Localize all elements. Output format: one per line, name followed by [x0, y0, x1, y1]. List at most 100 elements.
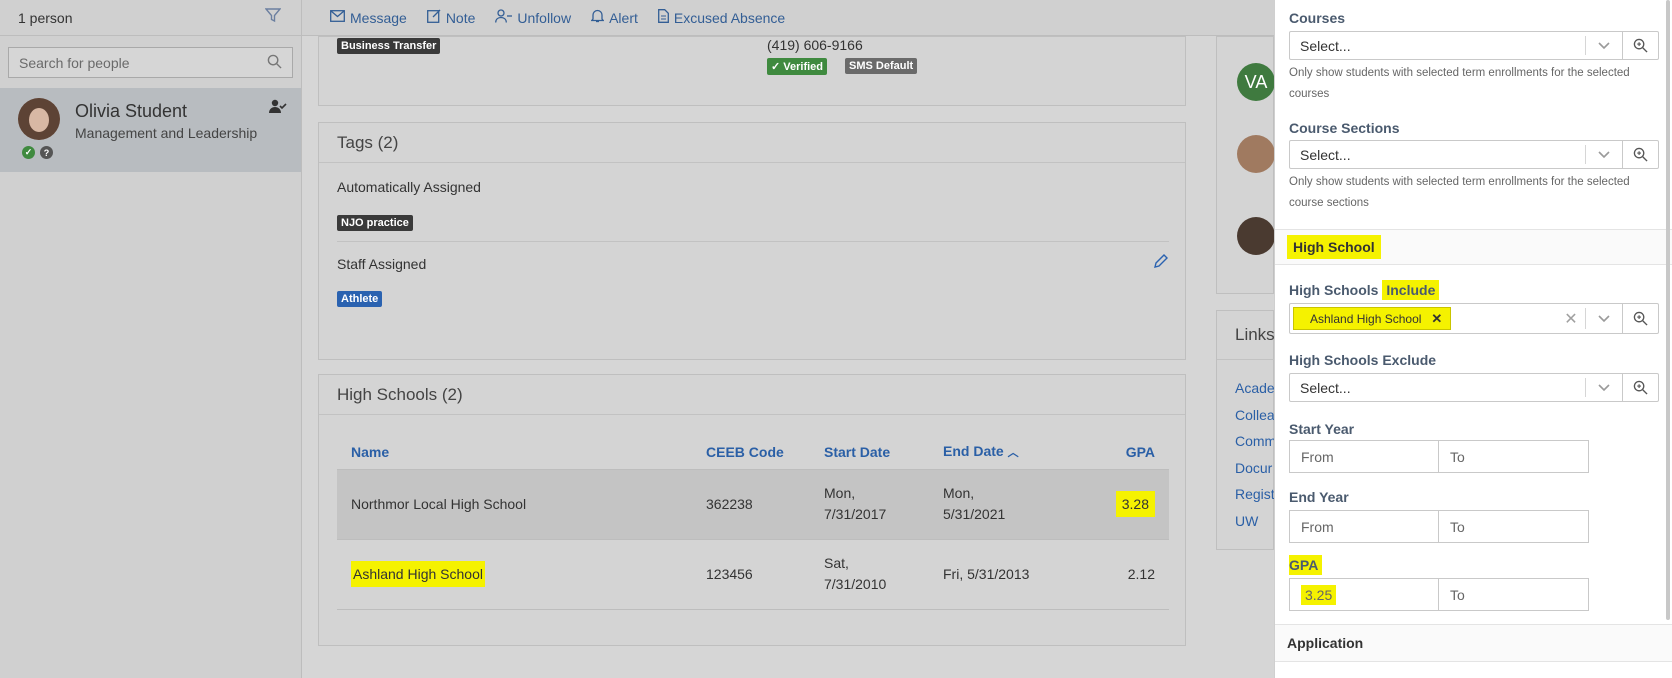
auto-assigned-label: Automatically Assigned — [337, 179, 481, 195]
high-school-section-header[interactable]: High School — [1275, 229, 1672, 265]
message-button[interactable]: Message — [330, 10, 407, 26]
col-start-date[interactable]: Start Date — [810, 435, 929, 470]
end-year-filter: End Year From To — [1289, 489, 1659, 543]
note-label: Note — [445, 9, 476, 26]
chevron-down-icon[interactable] — [1586, 374, 1622, 401]
verified-badge: ✓ Verified — [767, 58, 828, 75]
person-count: 1 person — [18, 9, 73, 26]
people-list-header: 1 person — [0, 0, 301, 36]
exclude-select-value: Select... — [1300, 379, 1351, 396]
njo-practice-tag: NJO practice — [337, 215, 413, 231]
end-year-from-input[interactable]: From — [1289, 510, 1439, 543]
end-year-label: End Year — [1289, 489, 1349, 505]
cell-end: Fri, 5/31/2013 — [929, 539, 1099, 610]
courses-select-value: Select... — [1300, 37, 1351, 54]
start-year-from-input[interactable]: From — [1289, 440, 1439, 473]
question-icon: ? — [40, 146, 53, 159]
link-item[interactable]: Acade — [1235, 375, 1276, 402]
search-people-input[interactable]: Search for people — [8, 47, 293, 78]
search-icon[interactable] — [267, 54, 282, 72]
chip-remove-icon[interactable]: ✕ — [1431, 311, 1442, 327]
courses-help: Only show students with selected term en… — [1289, 67, 1630, 100]
col-ceeb[interactable]: CEEB Code — [692, 435, 810, 470]
gpa-label: GPA — [1289, 555, 1659, 575]
high-schools-include-label: High Schools Include — [1289, 280, 1659, 300]
unfollow-button[interactable]: Unfollow — [495, 9, 571, 26]
athlete-tag: Athlete — [337, 291, 383, 307]
zoom-search-icon[interactable] — [1622, 141, 1658, 168]
links-card: Links Acade Collea Comm Docur Regist UW — [1216, 310, 1276, 550]
course-sections-select[interactable]: Select... — [1289, 140, 1659, 169]
tags-title: Tags (2) — [319, 123, 1185, 163]
filter-panel: Courses Select... Only show students wit… — [1274, 0, 1672, 678]
col-gpa[interactable]: GPA — [1099, 435, 1169, 470]
note-icon — [426, 9, 441, 26]
chevron-down-icon[interactable] — [1586, 141, 1622, 168]
high-schools-include-filter: High Schools Include Ashland High School… — [1289, 280, 1659, 334]
zoom-search-icon[interactable] — [1622, 304, 1658, 333]
high-schools-exclude-select[interactable]: Select... — [1289, 373, 1659, 402]
table-row[interactable]: Northmor Local High School 362238 Mon, 7… — [337, 469, 1169, 540]
excused-absence-button[interactable]: Excused Absence — [657, 9, 785, 26]
chevron-down-icon[interactable] — [1586, 32, 1622, 59]
course-sections-select-value: Select... — [1300, 146, 1351, 163]
zoom-search-icon[interactable] — [1622, 374, 1658, 401]
high-schools-title: High Schools (2) — [319, 375, 1185, 415]
cell-gpa: 3.28 — [1099, 469, 1169, 540]
cell-start: Mon, 7/31/2017 — [810, 469, 929, 540]
check-icon: ✓ — [22, 146, 35, 159]
link-item[interactable]: UW — [1235, 508, 1276, 535]
clear-icon[interactable]: ✕ — [1557, 304, 1585, 333]
high-schools-exclude-filter: High Schools Exclude Select... — [1289, 352, 1659, 402]
staff-assigned-label: Staff Assigned — [337, 256, 427, 272]
gpa-to-input[interactable]: To — [1439, 578, 1589, 611]
search-placeholder: Search for people — [19, 54, 130, 71]
person-program: Management and Leadership — [75, 125, 258, 141]
link-item[interactable]: Comm — [1235, 428, 1276, 455]
application-section-header[interactable]: Application — [1275, 624, 1672, 662]
people-list-panel: 1 person Search for people Olivia Studen… — [0, 0, 302, 678]
high-schools-card: High Schools (2) Name CEEB Code Start Da… — [318, 374, 1186, 646]
cell-ceeb: 362238 — [692, 469, 810, 540]
cell-name: Northmor Local High School — [337, 469, 692, 540]
start-year-filter: Start Year From To — [1289, 421, 1659, 473]
chevron-down-icon[interactable] — [1586, 304, 1622, 333]
note-button[interactable]: Note — [426, 9, 476, 26]
message-label: Message — [350, 9, 407, 26]
filter-icon[interactable] — [264, 7, 282, 28]
col-name[interactable]: Name — [337, 435, 692, 470]
person-list-item[interactable]: Olivia Student Management and Leadership… — [0, 88, 301, 172]
cell-end: Mon, 5/31/2021 — [929, 469, 1099, 540]
end-year-to-input[interactable]: To — [1439, 510, 1589, 543]
courses-label: Courses — [1289, 10, 1346, 26]
sort-asc-icon: ︿ — [1007, 447, 1019, 460]
link-item[interactable]: Collea — [1235, 402, 1276, 429]
person-name: Olivia Student — [75, 101, 188, 121]
high-schools-exclude-label: High Schools Exclude — [1289, 352, 1437, 368]
col-end-date[interactable]: End Date ︿ — [929, 435, 1099, 470]
zoom-search-icon[interactable] — [1622, 32, 1658, 59]
selected-chip: Ashland High School ✕ — [1293, 307, 1452, 330]
course-sections-label: Course Sections — [1289, 120, 1400, 136]
envelope-icon — [330, 10, 345, 25]
courses-select[interactable]: Select... — [1289, 31, 1659, 60]
tags-card: Tags (2) Automatically Assigned NJO prac… — [318, 122, 1186, 360]
alert-label: Alert — [609, 9, 638, 26]
alert-button[interactable]: Alert — [590, 9, 638, 26]
unfollow-label: Unfollow — [517, 9, 572, 26]
high-schools-include-select[interactable]: Ashland High School ✕ ✕ — [1289, 303, 1659, 334]
advisors-card: VA — [1216, 36, 1275, 294]
scrollbar[interactable] — [1666, 0, 1670, 620]
user-check-icon[interactable] — [269, 98, 287, 118]
cell-gpa: 2.12 — [1099, 539, 1169, 610]
chip-label: Ashland High School — [1310, 311, 1422, 326]
advisor-avatar: VA — [1237, 63, 1275, 101]
table-row[interactable]: Ashland High School 123456 Sat, 7/31/201… — [337, 539, 1169, 610]
link-item[interactable]: Docur — [1235, 455, 1276, 482]
link-item[interactable]: Regist — [1235, 481, 1276, 508]
gpa-from-input[interactable]: 3.25 — [1289, 578, 1439, 611]
pencil-icon[interactable] — [1153, 253, 1169, 272]
sms-default-badge: SMS Default — [845, 58, 918, 74]
start-year-to-input[interactable]: To — [1439, 440, 1589, 473]
cell-ceeb: 123456 — [692, 539, 810, 610]
